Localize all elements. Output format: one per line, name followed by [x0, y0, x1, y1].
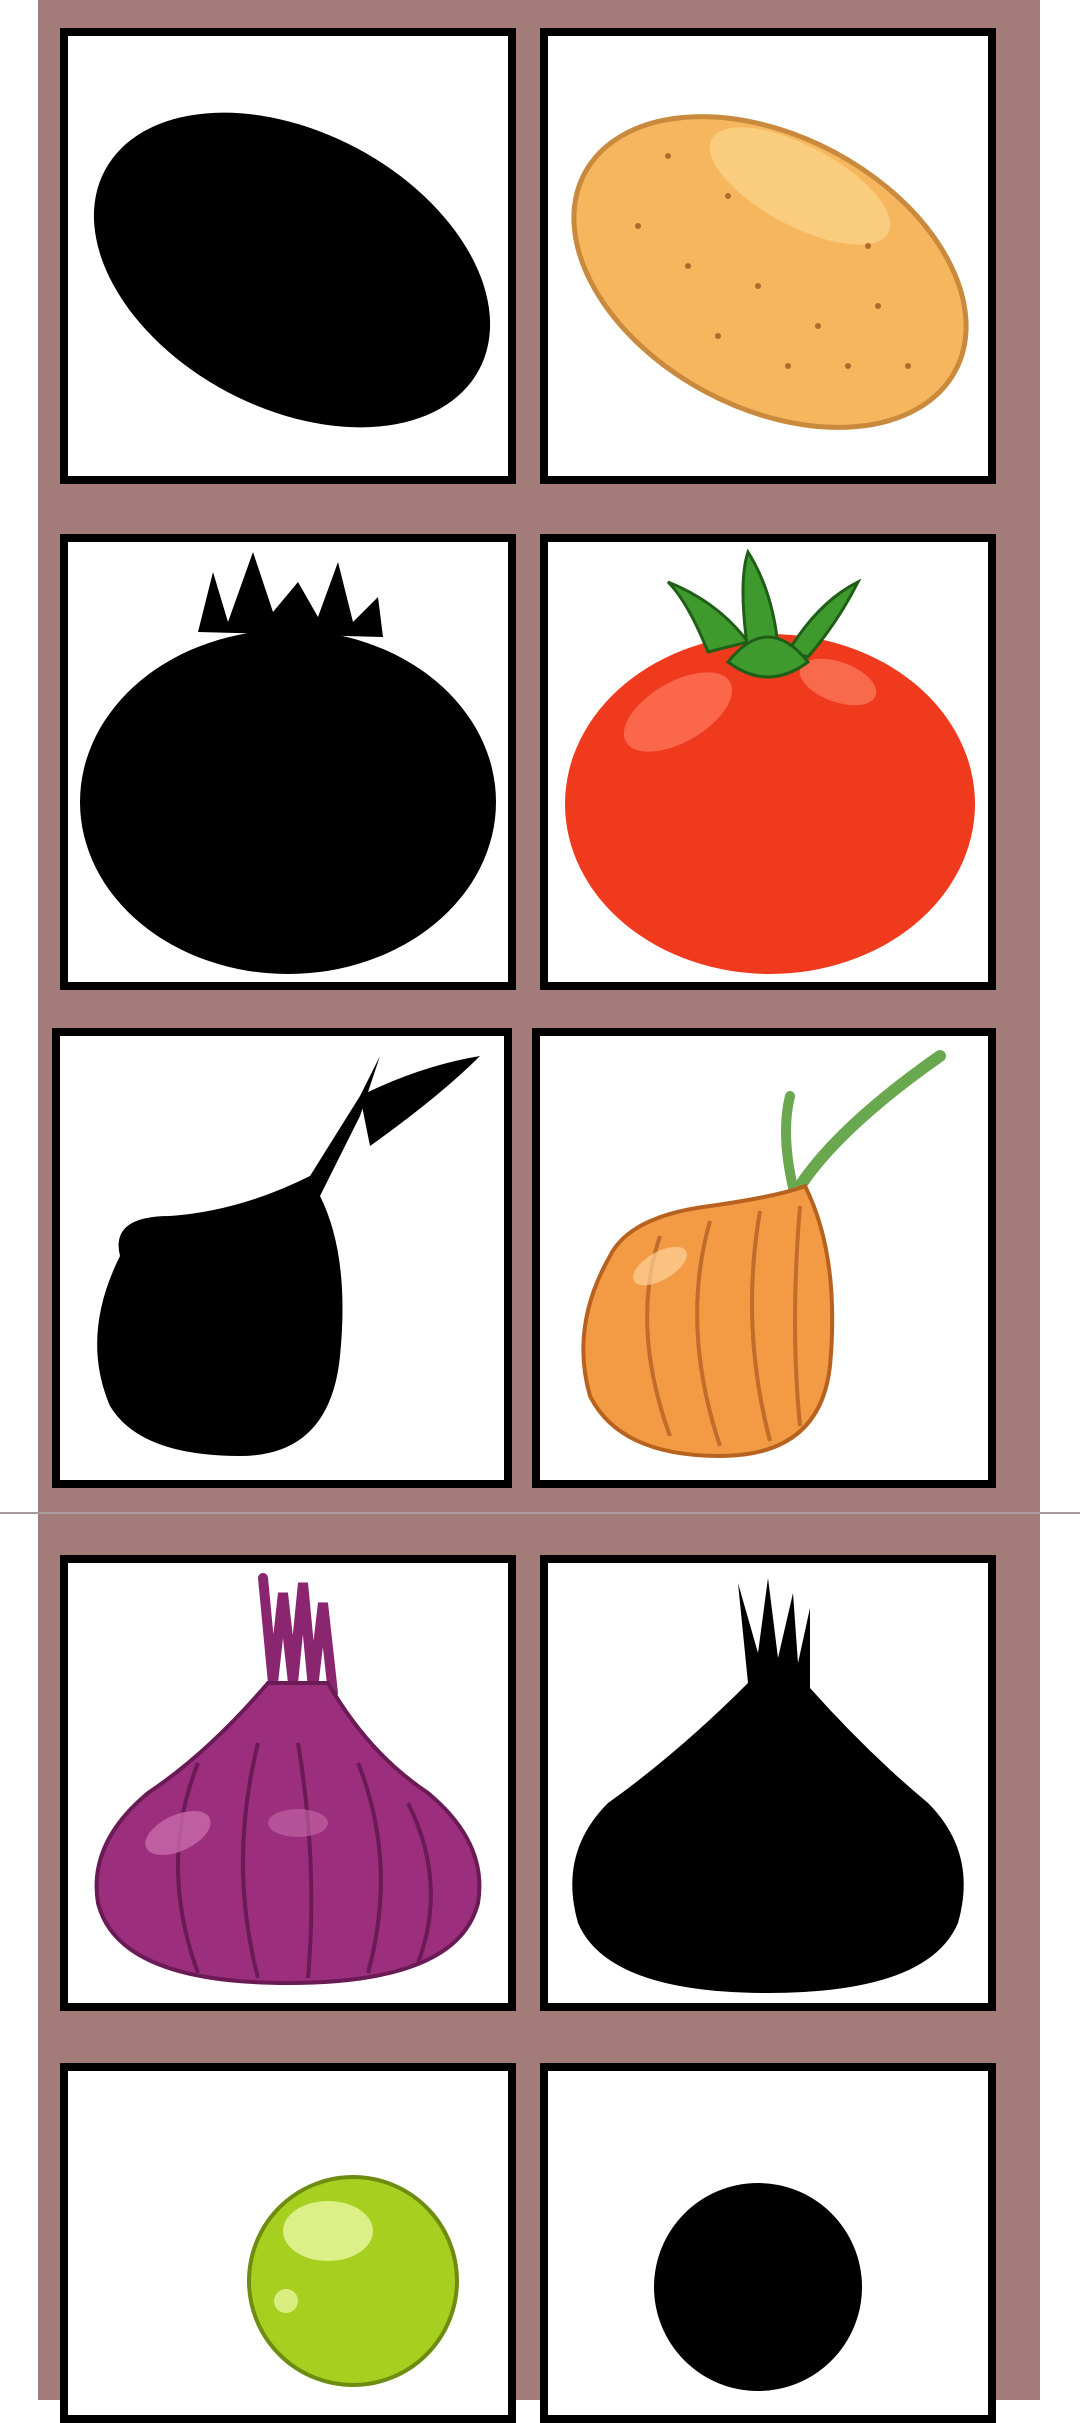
- red-onion-silhouette-card[interactable]: [540, 1555, 996, 2011]
- onion-picture-card[interactable]: [532, 1028, 996, 1488]
- pea-icon: [247, 2175, 459, 2387]
- potato-silhouette-icon: [93, 112, 491, 428]
- onion-icon: [581, 1050, 946, 1459]
- tomato-picture-card[interactable]: [540, 534, 996, 990]
- tomato-silhouette-card[interactable]: [60, 534, 516, 990]
- pea-picture-card[interactable]: [60, 2063, 516, 2423]
- tomato-icon: [565, 548, 975, 974]
- red-onion-silhouette-icon: [572, 1578, 964, 1993]
- page-divider: [0, 1512, 1080, 1514]
- red-onion-picture-card[interactable]: [60, 1555, 516, 2011]
- red-onion-icon: [94, 1573, 482, 1986]
- pea-silhouette-card[interactable]: [540, 2063, 996, 2423]
- onion-silhouette-icon: [97, 1056, 480, 1456]
- potato-picture-card[interactable]: [540, 28, 996, 484]
- onion-silhouette-card[interactable]: [52, 1028, 512, 1488]
- tomato-silhouette-icon: [80, 552, 496, 974]
- pea-silhouette-icon: [654, 2183, 862, 2391]
- potato-silhouette-card[interactable]: [60, 28, 516, 484]
- potato-icon: [571, 114, 969, 430]
